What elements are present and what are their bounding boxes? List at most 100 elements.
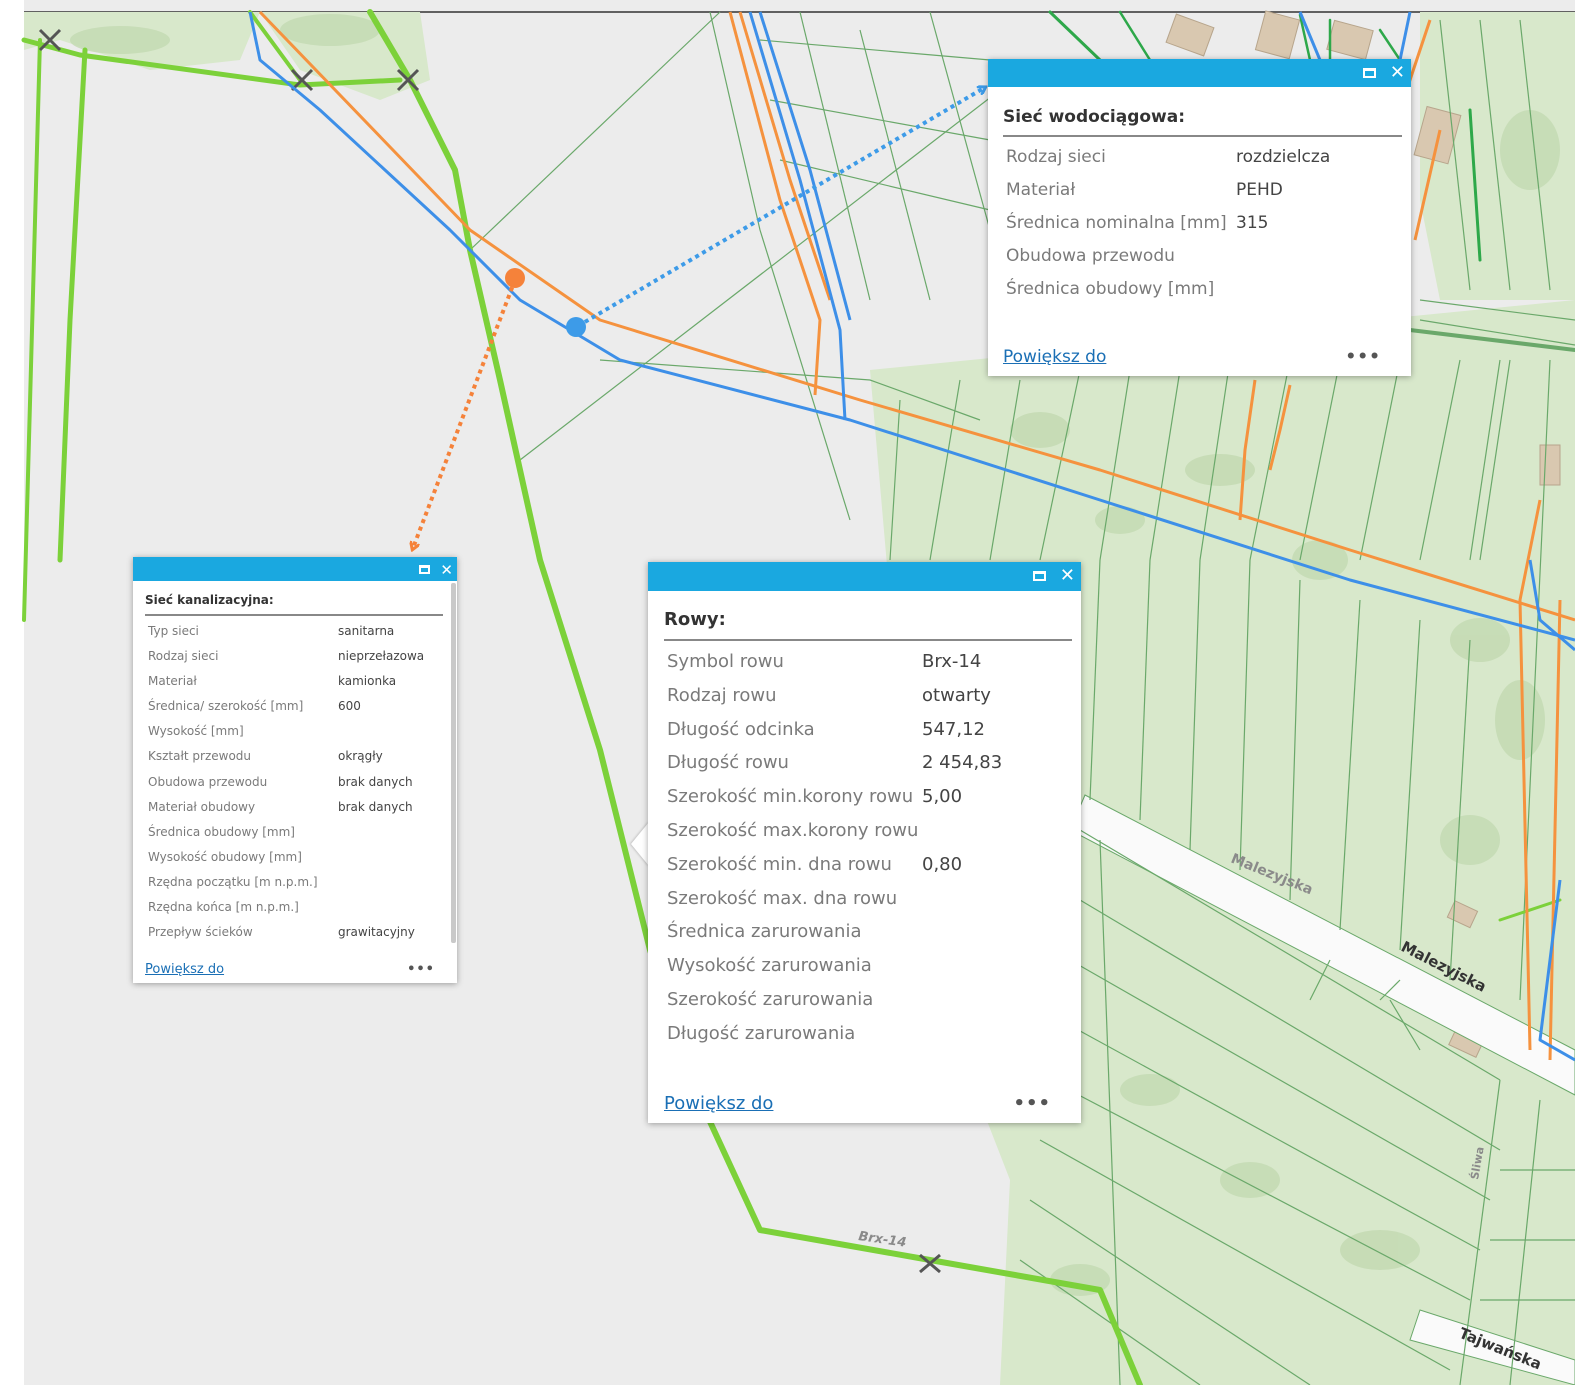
attribute-label: Średnica obudowy [mm] xyxy=(1006,279,1215,299)
attribute-value xyxy=(922,921,1002,955)
popup-title: Rowy: xyxy=(664,609,1072,641)
attribute-value: brak danych xyxy=(338,774,413,789)
attribute-row: Typ sieci sanitarna xyxy=(148,624,424,649)
popup-titlebar: ✕ xyxy=(133,557,457,581)
attribute-label: Obudowa przewodu xyxy=(148,774,268,789)
attribute-label: Długość odcinka xyxy=(667,718,815,740)
attribute-row: Symbol rowu Brx-14 xyxy=(667,651,1002,685)
attribute-value xyxy=(922,955,1002,989)
attribute-label: Średnica obudowy [mm] xyxy=(148,824,295,839)
attribute-row: Rodzaj rowu otwarty xyxy=(667,685,1002,719)
attribute-label: Wysokość [mm] xyxy=(148,724,244,739)
attribute-label: Długość zarurowania xyxy=(667,1022,856,1044)
attribute-label: Długość rowu xyxy=(667,752,789,774)
attribute-value xyxy=(338,850,424,875)
water-network-popup[interactable]: ✕ Sieć wodociągowa: Rodzaj sieci rozdziel… xyxy=(988,59,1411,376)
attribute-label: Szerokość min. dna rowu xyxy=(667,853,892,875)
attribute-label: Średnica nominalna [mm] xyxy=(1006,213,1227,233)
attribute-row: Długość zarurowania xyxy=(667,1023,1002,1057)
attribute-value: 0,80 xyxy=(922,853,963,875)
attribute-label: Średnica zarurowania xyxy=(667,921,862,943)
attribute-row: Materiał PEHD xyxy=(1006,180,1330,213)
attribute-row: Średnica zarurowania xyxy=(667,921,1002,955)
maximize-icon[interactable] xyxy=(1363,68,1376,78)
popup-title: Sieć wodociągowa: xyxy=(1003,107,1402,137)
attribute-row: Wysokość zarurowania xyxy=(667,955,1002,989)
attribute-value xyxy=(338,724,424,749)
attribute-row: Rzędna końca [m n.p.m.] xyxy=(148,900,424,925)
attribute-value: sanitarna xyxy=(338,624,395,638)
attribute-label: Symbol rowu xyxy=(667,651,784,672)
attribute-label: Rzędna końca [m n.p.m.] xyxy=(148,900,299,915)
zoom-to-link[interactable]: Powiększ do xyxy=(664,1093,773,1114)
close-icon[interactable]: ✕ xyxy=(1060,566,1075,586)
attribute-label: Typ sieci xyxy=(148,624,199,638)
attribute-label: Kształt przewodu xyxy=(148,749,252,764)
attribute-row: Obudowa przewodu brak danych xyxy=(148,775,424,800)
scrollbar[interactable] xyxy=(451,583,456,943)
close-icon[interactable]: ✕ xyxy=(440,560,453,580)
popup-titlebar: ✕ xyxy=(648,562,1081,591)
attribute-row: Szerokość max.korony rowu xyxy=(667,820,1002,854)
attribute-row: Rzędna początku [m n.p.m.] xyxy=(148,875,424,900)
attribute-row: Długość rowu 2 454,83 xyxy=(667,752,1002,786)
attribute-label: Przepływ ścieków xyxy=(148,925,253,940)
attribute-value: Brx-14 xyxy=(922,651,982,672)
attribute-label: Materiał obudowy xyxy=(148,799,256,814)
zoom-to-link[interactable]: Powiększ do xyxy=(145,962,224,977)
sewer-selection-marker[interactable] xyxy=(505,268,525,288)
close-icon[interactable]: ✕ xyxy=(1390,63,1405,83)
attribute-label: Rodzaj rowu xyxy=(667,684,777,706)
attribute-value: PEHD xyxy=(1236,180,1283,200)
attribute-value xyxy=(338,900,424,925)
attribute-row: Obudowa przewodu xyxy=(1006,246,1330,279)
popup-pointer xyxy=(631,822,649,866)
attribute-row: Rodzaj sieci nieprzełazowa xyxy=(148,649,424,674)
attribute-label: Szerokość max.korony rowu xyxy=(667,819,919,841)
attribute-value: kamionka xyxy=(338,674,397,689)
attribute-value: rozdzielcza xyxy=(1236,147,1331,167)
attribute-row: Średnica obudowy [mm] xyxy=(148,825,424,850)
attribute-value xyxy=(922,989,1002,1023)
attribute-row: Materiał kamionka xyxy=(148,674,424,699)
attribute-row: Szerokość min.korony rowu 5,00 xyxy=(667,786,1002,820)
attribute-value xyxy=(922,820,1002,854)
water-selection-marker[interactable] xyxy=(566,317,586,337)
attribute-value: 2 454,83 xyxy=(922,752,1003,774)
more-options-icon[interactable]: ••• xyxy=(1013,1093,1051,1114)
more-options-icon[interactable]: ••• xyxy=(407,962,435,977)
attribute-row: Materiał obudowy brak danych xyxy=(148,800,424,825)
attribute-row: Średnica/ szerokość [mm] 600 xyxy=(148,699,424,724)
attribute-label: Wysokość zarurowania xyxy=(667,955,872,977)
attribute-row: Kształt przewodu okrągły xyxy=(148,749,424,774)
attribute-value xyxy=(338,825,424,850)
zoom-to-link[interactable]: Powiększ do xyxy=(1003,347,1106,367)
attribute-value xyxy=(1236,246,1330,279)
attribute-label: Średnica/ szerokość [mm] xyxy=(148,699,304,714)
attribute-row: Wysokość [mm] xyxy=(148,724,424,749)
attribute-value xyxy=(1236,279,1330,312)
attribute-row: Szerokość zarurowania xyxy=(667,989,1002,1023)
attribute-row: Szerokość min. dna rowu 0,80 xyxy=(667,854,1002,888)
attribute-row: Rodzaj sieci rozdzielcza xyxy=(1006,147,1330,180)
attribute-label: Materiał xyxy=(1006,180,1076,200)
attribute-value xyxy=(922,888,1002,922)
maximize-icon[interactable] xyxy=(1033,571,1046,581)
attribute-row: Długość odcinka 547,12 xyxy=(667,719,1002,753)
attribute-value: grawitacyjny xyxy=(338,925,415,940)
maximize-icon[interactable] xyxy=(419,565,430,574)
ditch-popup[interactable]: ✕ Rowy: Symbol rowu Brx-14 Rodzaj rowu otw… xyxy=(648,562,1081,1123)
attribute-row: Średnica obudowy [mm] xyxy=(1006,279,1330,312)
attribute-row: Średnica nominalna [mm] 315 xyxy=(1006,213,1330,246)
attribute-label: Rodzaj sieci xyxy=(148,649,219,664)
attribute-label: Szerokość min.korony rowu xyxy=(667,786,914,808)
sewer-network-popup[interactable]: ✕ Sieć kanalizacyjna: Typ sieci sanitarna… xyxy=(133,557,457,983)
attribute-row: Wysokość obudowy [mm] xyxy=(148,850,424,875)
attribute-table: Typ sieci sanitarna Rodzaj sieci nieprzeła… xyxy=(148,624,424,950)
more-options-icon[interactable]: ••• xyxy=(1345,347,1381,367)
attribute-label: Szerokość zarurowania xyxy=(667,988,874,1010)
attribute-row: Szerokość max. dna rowu xyxy=(667,888,1002,922)
attribute-label: Wysokość obudowy [mm] xyxy=(148,849,302,864)
attribute-value: 600 xyxy=(338,699,361,714)
attribute-value xyxy=(922,1023,1002,1057)
